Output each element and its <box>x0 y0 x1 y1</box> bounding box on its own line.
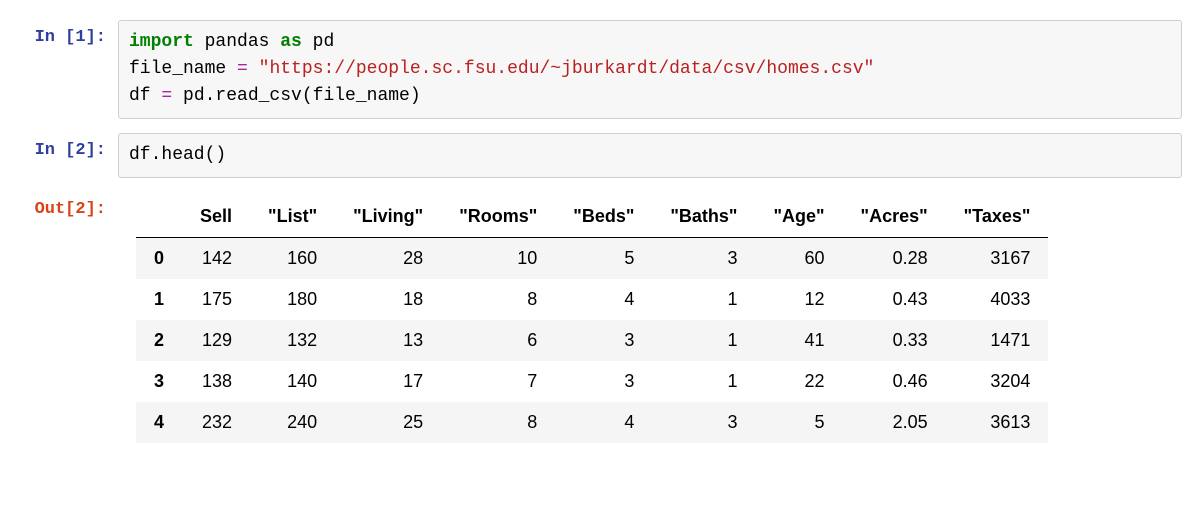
table-cell: 180 <box>250 279 335 320</box>
input-prompt-1: In [1]: <box>18 20 118 47</box>
code-text: file_name <box>129 59 237 79</box>
table-header-row: Sell "List" "Living" "Rooms" "Beds" "Bat… <box>136 196 1048 238</box>
keyword-import: import <box>129 32 194 52</box>
table-cell: 10 <box>441 238 555 280</box>
table-cell: 2.05 <box>843 402 946 443</box>
table-cell: 4 <box>555 402 652 443</box>
table-cell: 3613 <box>946 402 1049 443</box>
column-header: "Living" <box>335 196 441 238</box>
code-cell-2: In [2]: df.head() <box>18 133 1182 178</box>
output-prompt-2: Out[2]: <box>18 192 118 219</box>
table-cell: 0.43 <box>843 279 946 320</box>
table-cell: 4033 <box>946 279 1049 320</box>
table-cell: 41 <box>755 320 842 361</box>
table-cell: 129 <box>182 320 250 361</box>
table-cell: 1 <box>652 361 755 402</box>
input-prompt-2: In [2]: <box>18 133 118 160</box>
code-text: pandas <box>194 32 280 52</box>
output-area-2: Sell "List" "Living" "Rooms" "Beds" "Bat… <box>118 192 1182 443</box>
table-cell: 1 <box>652 279 755 320</box>
table-cell: 7 <box>441 361 555 402</box>
code-text: df <box>129 86 161 106</box>
table-row: 1 175 180 18 8 4 1 12 0.43 4033 <box>136 279 1048 320</box>
table-cell: 240 <box>250 402 335 443</box>
table-cell: 60 <box>755 238 842 280</box>
table-cell: 13 <box>335 320 441 361</box>
table-cell: 160 <box>250 238 335 280</box>
table-cell: 6 <box>441 320 555 361</box>
table-cell: 3 <box>652 238 755 280</box>
table-cell: 17 <box>335 361 441 402</box>
column-header: Sell <box>182 196 250 238</box>
code-input-2[interactable]: df.head() <box>118 133 1182 178</box>
table-cell: 232 <box>182 402 250 443</box>
table-cell: 132 <box>250 320 335 361</box>
table-cell: 138 <box>182 361 250 402</box>
table-cell: 140 <box>250 361 335 402</box>
table-cell: 0.46 <box>843 361 946 402</box>
table-corner-cell <box>136 196 182 238</box>
table-row: 3 138 140 17 7 3 1 22 0.46 3204 <box>136 361 1048 402</box>
table-cell: 5 <box>755 402 842 443</box>
column-header: "Acres" <box>843 196 946 238</box>
table-cell: 18 <box>335 279 441 320</box>
table-cell: 8 <box>441 402 555 443</box>
dataframe-table: Sell "List" "Living" "Rooms" "Beds" "Bat… <box>136 196 1048 443</box>
table-cell: 0.33 <box>843 320 946 361</box>
row-index: 1 <box>136 279 182 320</box>
output-cell-2: Out[2]: Sell "List" "Living" "Rooms" "Be… <box>18 192 1182 443</box>
column-header: "Age" <box>755 196 842 238</box>
table-cell: 142 <box>182 238 250 280</box>
table-cell: 22 <box>755 361 842 402</box>
row-index: 4 <box>136 402 182 443</box>
table-cell: 25 <box>335 402 441 443</box>
table-cell: 5 <box>555 238 652 280</box>
code-cell-1: In [1]: import pandas as pd file_name = … <box>18 20 1182 119</box>
code-text <box>248 59 259 79</box>
column-header: "Taxes" <box>946 196 1049 238</box>
table-cell: 1 <box>652 320 755 361</box>
table-body: 0 142 160 28 10 5 3 60 0.28 3167 1 175 1… <box>136 238 1048 444</box>
operator-equals: = <box>161 86 172 106</box>
table-cell: 3 <box>555 320 652 361</box>
table-cell: 28 <box>335 238 441 280</box>
table-cell: 3204 <box>946 361 1049 402</box>
code-text: pd <box>302 32 334 52</box>
column-header: "Baths" <box>652 196 755 238</box>
table-cell: 1471 <box>946 320 1049 361</box>
table-cell: 3 <box>555 361 652 402</box>
table-cell: 0.28 <box>843 238 946 280</box>
table-cell: 3 <box>652 402 755 443</box>
table-cell: 8 <box>441 279 555 320</box>
column-header: "Rooms" <box>441 196 555 238</box>
table-row: 0 142 160 28 10 5 3 60 0.28 3167 <box>136 238 1048 280</box>
code-text: df.head() <box>129 145 226 165</box>
keyword-as: as <box>280 32 302 52</box>
table-row: 2 129 132 13 6 3 1 41 0.33 1471 <box>136 320 1048 361</box>
row-index: 2 <box>136 320 182 361</box>
table-header: Sell "List" "Living" "Rooms" "Beds" "Bat… <box>136 196 1048 238</box>
table-cell: 4 <box>555 279 652 320</box>
code-input-1[interactable]: import pandas as pd file_name = "https:/… <box>118 20 1182 119</box>
column-header: "List" <box>250 196 335 238</box>
table-cell: 12 <box>755 279 842 320</box>
row-index: 0 <box>136 238 182 280</box>
operator-equals: = <box>237 59 248 79</box>
table-cell: 3167 <box>946 238 1049 280</box>
table-cell: 175 <box>182 279 250 320</box>
code-text: pd.read_csv(file_name) <box>172 86 420 106</box>
row-index: 3 <box>136 361 182 402</box>
table-row: 4 232 240 25 8 4 3 5 2.05 3613 <box>136 402 1048 443</box>
column-header: "Beds" <box>555 196 652 238</box>
string-literal: "https://people.sc.fsu.edu/~jburkardt/da… <box>259 59 875 79</box>
